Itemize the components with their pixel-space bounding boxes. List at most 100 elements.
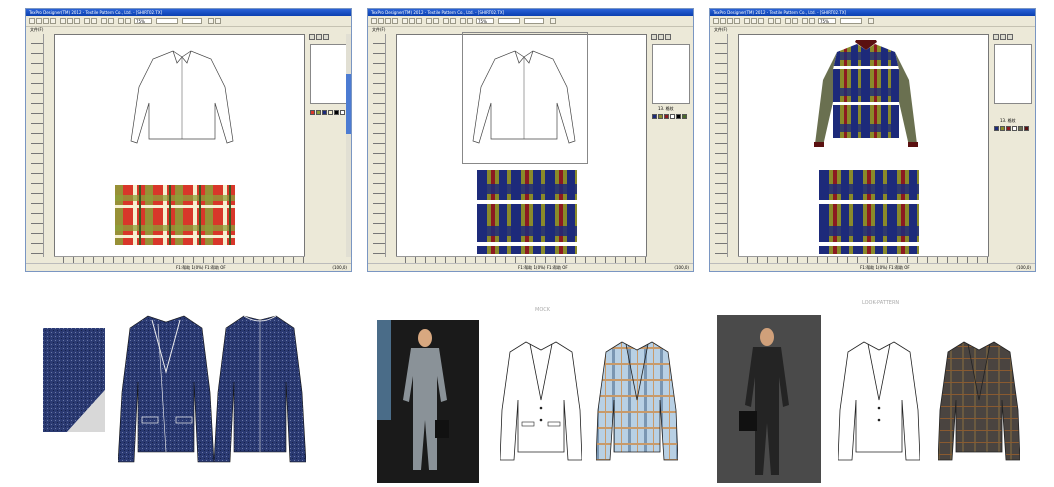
line-icon[interactable] xyxy=(658,34,664,40)
panel-label: 13. 格纹 xyxy=(1000,118,1016,123)
layer-select[interactable] xyxy=(156,18,178,24)
side-panel: 13. 格纹 xyxy=(992,34,1034,258)
open-icon[interactable] xyxy=(378,18,384,24)
about-icon[interactable] xyxy=(215,18,221,24)
status-text: F1:帮助 1(0%) F1:帮助 OF xyxy=(860,265,910,270)
status-text: F1:帮助 1(0%) F1:帮助 OF xyxy=(518,265,568,270)
cut-icon[interactable] xyxy=(402,18,408,24)
print-icon[interactable] xyxy=(50,18,56,24)
panel-label: 13. 格纹 xyxy=(658,106,674,111)
copy-icon[interactable] xyxy=(409,18,415,24)
pen-icon[interactable] xyxy=(993,34,999,40)
zoom-select[interactable]: 75% xyxy=(818,18,836,24)
fill-icon[interactable] xyxy=(1007,34,1013,40)
paste-icon[interactable] xyxy=(74,18,80,24)
cut-icon[interactable] xyxy=(60,18,66,24)
zoom-in-icon[interactable] xyxy=(460,18,466,24)
save-icon[interactable] xyxy=(385,18,391,24)
swatch[interactable] xyxy=(652,114,657,119)
zoom-out-icon[interactable] xyxy=(125,18,131,24)
swatch[interactable] xyxy=(316,110,321,115)
print-icon[interactable] xyxy=(392,18,398,24)
pen-icon[interactable] xyxy=(651,34,657,40)
save-icon[interactable] xyxy=(43,18,49,24)
pen-icon[interactable] xyxy=(309,34,315,40)
swatch[interactable] xyxy=(1000,126,1005,131)
redo-icon[interactable] xyxy=(91,18,97,24)
new-file-icon[interactable] xyxy=(371,18,377,24)
vertical-scrollbar[interactable] xyxy=(346,34,351,257)
fill-icon[interactable] xyxy=(665,34,671,40)
window-title: TexPro Designer(TM) 2012 - Textile Patte… xyxy=(710,9,1035,16)
mode-select[interactable] xyxy=(524,18,544,24)
swatch[interactable] xyxy=(664,114,669,119)
blazer-sketch-white-2 xyxy=(838,341,920,461)
mode-select[interactable] xyxy=(182,18,202,24)
help-icon[interactable] xyxy=(550,18,556,24)
new-file-icon[interactable] xyxy=(713,18,719,24)
undo-icon[interactable] xyxy=(84,18,90,24)
paste-icon[interactable] xyxy=(416,18,422,24)
new-file-icon[interactable] xyxy=(29,18,35,24)
layer-select[interactable] xyxy=(840,18,862,24)
swatch[interactable] xyxy=(328,110,333,115)
cut-icon[interactable] xyxy=(744,18,750,24)
zoom-out-icon[interactable] xyxy=(467,18,473,24)
zoom-select[interactable]: 75% xyxy=(134,18,152,24)
design-canvas[interactable] xyxy=(54,34,305,258)
copy-icon[interactable] xyxy=(751,18,757,24)
fill-icon[interactable] xyxy=(323,34,329,40)
swatch[interactable] xyxy=(322,110,327,115)
swatch[interactable] xyxy=(670,114,675,119)
zoom-in-icon[interactable] xyxy=(802,18,808,24)
navy-plaid-swatch xyxy=(477,170,577,254)
undo-icon[interactable] xyxy=(768,18,774,24)
zoom-out-icon[interactable] xyxy=(809,18,815,24)
swatch[interactable] xyxy=(334,110,339,115)
color-swatches xyxy=(310,110,345,115)
help-icon[interactable] xyxy=(868,18,874,24)
brush-icon[interactable] xyxy=(785,18,791,24)
app-window-2: TexPro Designer(TM) 2012 - Textile Patte… xyxy=(367,8,694,272)
swatch[interactable] xyxy=(676,114,681,119)
vertical-ruler xyxy=(373,34,386,257)
undo-icon[interactable] xyxy=(426,18,432,24)
zoom-select[interactable]: 75% xyxy=(476,18,494,24)
save-icon[interactable] xyxy=(727,18,733,24)
design-canvas[interactable] xyxy=(396,32,647,258)
swatch[interactable] xyxy=(682,114,687,119)
redo-icon[interactable] xyxy=(775,18,781,24)
design-canvas[interactable] xyxy=(738,34,989,258)
plaid-shirt-render xyxy=(814,40,918,147)
swatch[interactable] xyxy=(1012,126,1017,131)
swatch[interactable] xyxy=(1024,126,1029,131)
swatch[interactable] xyxy=(340,110,345,115)
line-icon[interactable] xyxy=(316,34,322,40)
grid-icon[interactable] xyxy=(450,18,456,24)
brush-icon[interactable] xyxy=(443,18,449,24)
swatch[interactable] xyxy=(1006,126,1011,131)
redo-icon[interactable] xyxy=(433,18,439,24)
open-icon[interactable] xyxy=(720,18,726,24)
status-text: F1:帮助 1(0%) F1:帮助 OF xyxy=(176,265,226,270)
paste-icon[interactable] xyxy=(758,18,764,24)
print-icon[interactable] xyxy=(734,18,740,24)
grid-icon[interactable] xyxy=(792,18,798,24)
layer-select[interactable] xyxy=(498,18,520,24)
help-icon[interactable] xyxy=(208,18,214,24)
swatch[interactable] xyxy=(1018,126,1023,131)
swatch[interactable] xyxy=(994,126,999,131)
copy-icon[interactable] xyxy=(67,18,73,24)
menu-tab[interactable]: 文件(F) xyxy=(26,27,351,33)
brush-icon[interactable] xyxy=(101,18,107,24)
swatch[interactable] xyxy=(310,110,315,115)
menu-tab[interactable]: 文件(F) xyxy=(710,27,1035,33)
window-title: TexPro Designer(TM) 2012 - Textile Patte… xyxy=(26,9,351,16)
scroll-thumb[interactable] xyxy=(346,74,351,134)
horizontal-ruler xyxy=(396,256,647,263)
grid-icon[interactable] xyxy=(108,18,114,24)
line-icon[interactable] xyxy=(1000,34,1006,40)
open-icon[interactable] xyxy=(36,18,42,24)
zoom-in-icon[interactable] xyxy=(118,18,124,24)
swatch[interactable] xyxy=(658,114,663,119)
